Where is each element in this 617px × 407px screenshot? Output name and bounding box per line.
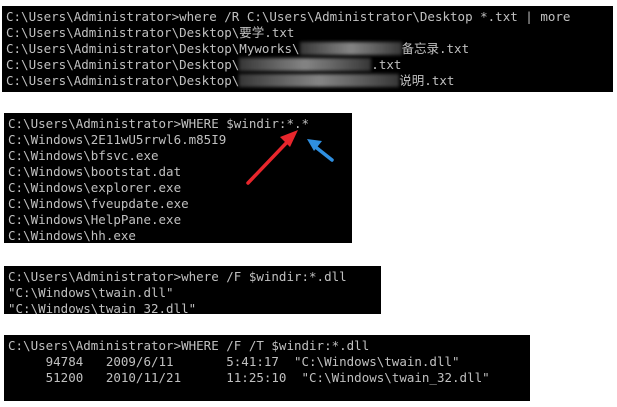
terminal-output-line: C:\Windows\fveupdate.exe xyxy=(8,196,189,211)
redacted-blur xyxy=(239,58,372,71)
terminal-window-where-f-t: C:\Users\Administrator>WHERE /F /T $wind… xyxy=(4,335,530,401)
terminal-command-line: C:\Users\Administrator>where /R C:\Users… xyxy=(6,9,571,24)
terminal-output-line: C:\Users\Administrator\Desktop\ .txt xyxy=(6,57,402,72)
blue-arrow-annotation xyxy=(307,139,334,162)
terminal-output-line: C:\Users\Administrator\Desktop\Myworks\ 备… xyxy=(6,41,470,56)
terminal-command-line: C:\Users\Administrator>WHERE /F /T $wind… xyxy=(8,338,370,353)
terminal-window-where-f: C:\Users\Administrator>where /F $windir:… xyxy=(4,266,381,314)
terminal-output-line: "C:\Windows\twain.dll" xyxy=(8,285,174,300)
terminal-window-where-recursive: C:\Users\Administrator>where /R C:\Users… xyxy=(2,6,613,92)
terminal-command-line: C:\Users\Administrator>where /F $windir:… xyxy=(8,269,347,284)
terminal-output-line: 51200 2010/11/21 11:25:10 "C:\Windows\tw… xyxy=(8,370,490,385)
redacted-blur xyxy=(299,42,402,55)
terminal-output-line: C:\Windows\HelpPane.exe xyxy=(8,212,182,227)
terminal-output-line: C:\Windows\hh.exe xyxy=(8,228,136,243)
terminal-output-line: "C:\Windows\twain_32.dll" xyxy=(8,301,197,314)
terminal-output-line: C:\Users\Administrator\Desktop\要学.txt xyxy=(6,25,295,40)
terminal-output-line: C:\Users\Administrator\Desktop\ 说明.txt xyxy=(6,73,455,88)
redacted-blur xyxy=(239,74,400,87)
terminal-output-line: 94784 2009/6/11 5:41:17 "C:\Windows\twai… xyxy=(8,354,460,369)
